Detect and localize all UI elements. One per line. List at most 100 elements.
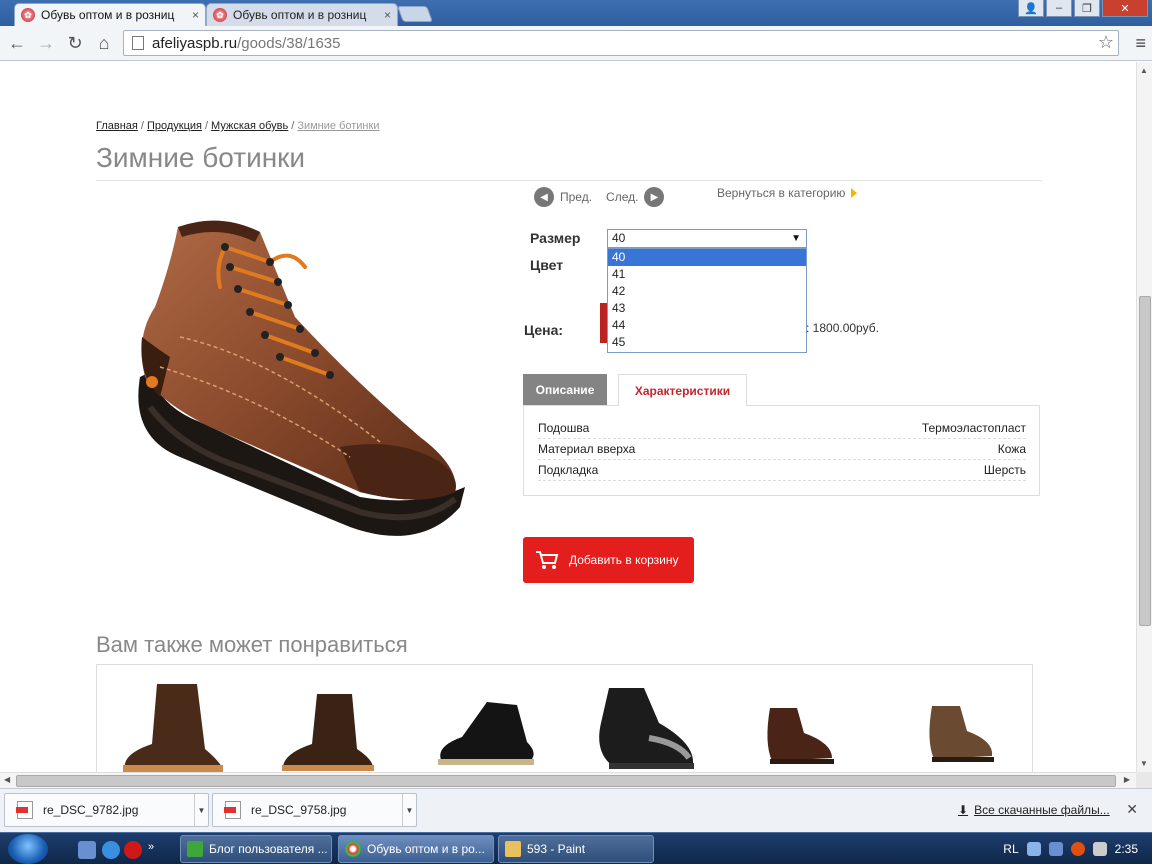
reload-icon[interactable]: ↻ <box>64 33 86 53</box>
close-window-button[interactable]: ✕ <box>1102 0 1148 17</box>
bookmark-star-icon[interactable]: ☆ <box>1098 32 1114 53</box>
download-item[interactable]: re_DSC_9758.jpg ▼ <box>212 793 417 827</box>
network-icon[interactable] <box>1026 842 1041 856</box>
minimize-button[interactable]: – <box>1046 0 1072 17</box>
browser-tab-strip: ✿ Обувь оптом и в розниц × ✿ Обувь оптом… <box>0 0 1152 26</box>
horizontal-scrollbar[interactable]: ◀ ▶ <box>0 772 1136 788</box>
forward-arrow-icon[interactable]: → <box>35 33 57 53</box>
taskbar-item-label: 593 - Paint <box>527 842 586 856</box>
size-option[interactable]: 41 <box>608 266 806 283</box>
close-tab-icon[interactable]: × <box>384 8 391 22</box>
scroll-left-icon[interactable]: ◀ <box>4 775 10 784</box>
browser-tab-inactive[interactable]: ✿ Обувь оптом и в розниц × <box>206 3 398 26</box>
taskbar-item[interactable]: Блог пользователя ... <box>180 835 332 863</box>
page-viewport: Главная / Продукция / Мужская обувь / Зимние б… <box>0 62 1136 772</box>
breadcrumb: Главная / Продукция / Мужская обувь / Зимние б… <box>96 120 380 132</box>
vertical-scrollbar[interactable]: ▲ ▼ <box>1136 62 1152 772</box>
related-products <box>96 664 1033 772</box>
breadcrumb-mens-shoes[interactable]: Мужская обувь <box>211 120 288 132</box>
back-to-category-link[interactable]: Вернуться в категорию <box>717 186 858 200</box>
site-favicon-icon: ✿ <box>21 8 35 22</box>
related-product-image[interactable] <box>432 697 537 772</box>
cart-icon <box>536 551 559 569</box>
spec-name: Материал вверха <box>538 442 636 456</box>
product-image[interactable] <box>120 207 480 567</box>
size-option[interactable]: 40 <box>608 249 806 266</box>
breadcrumb-current[interactable]: Зимние ботинки <box>297 120 379 132</box>
breadcrumb-home[interactable]: Главная <box>96 120 138 132</box>
spec-name: Подошва <box>538 421 590 435</box>
start-button[interactable] <box>8 834 48 864</box>
size-option[interactable]: 43 <box>608 300 806 317</box>
spec-row: Материал вверха Кожа <box>538 439 1026 460</box>
title-divider <box>96 180 1042 181</box>
ie-icon[interactable] <box>102 841 120 859</box>
restore-button[interactable]: ❐ <box>1074 0 1100 17</box>
chevron-down-icon[interactable]: ▼ <box>194 794 208 826</box>
scroll-up-icon[interactable]: ▲ <box>1140 66 1148 75</box>
system-tray: RL 2:35 <box>1003 833 1152 865</box>
explorer-icon[interactable] <box>78 841 96 859</box>
address-bar[interactable]: afeliyaspb.ru/goods/38/1635 ☆ <box>123 30 1119 56</box>
alert-icon[interactable] <box>1070 842 1085 856</box>
taskbar-item[interactable]: Обувь оптом и в ро... <box>338 835 494 863</box>
close-tab-icon[interactable]: × <box>192 8 199 22</box>
size-dropdown-list: 40 41 42 43 44 45 <box>607 248 807 353</box>
home-icon[interactable]: ⌂ <box>93 33 115 53</box>
size-option[interactable]: 44 <box>608 317 806 334</box>
menu-icon[interactable]: ≡ <box>1135 33 1146 54</box>
chevron-down-icon[interactable]: ▼ <box>402 794 416 826</box>
related-product-image[interactable] <box>922 701 997 766</box>
spec-value: Кожа <box>997 442 1026 456</box>
back-to-category-label: Вернуться в категорию <box>717 186 846 200</box>
new-tab-button[interactable] <box>397 6 433 22</box>
size-option[interactable]: 45 <box>608 334 806 351</box>
close-download-bar-icon[interactable]: ✕ <box>1126 801 1138 818</box>
scrollbar-corner <box>1136 772 1152 788</box>
tab-characteristics[interactable]: Характеристики <box>618 374 747 406</box>
language-indicator[interactable]: RL <box>1003 842 1018 856</box>
specs-panel: Подошва Термоэластопласт Материал вверха… <box>523 405 1040 496</box>
scroll-down-icon[interactable]: ▼ <box>1140 759 1148 768</box>
spec-row: Подкладка Шерсть <box>538 460 1026 481</box>
prev-link[interactable]: Пред. <box>560 190 592 204</box>
related-product-image[interactable] <box>762 703 837 768</box>
volume-icon[interactable] <box>1092 842 1107 856</box>
back-arrow-icon[interactable]: ← <box>6 33 28 53</box>
download-filename: re_DSC_9782.jpg <box>43 803 139 817</box>
browser-tab-active[interactable]: ✿ Обувь оптом и в розниц × <box>14 3 206 26</box>
all-downloads-label: Все скачанные файлы... <box>974 803 1110 817</box>
page-title: Зимние ботинки <box>96 142 306 173</box>
spec-value: Шерсть <box>983 463 1026 477</box>
all-downloads-link[interactable]: ⬇ Все скачанные файлы... <box>958 803 1110 817</box>
size-select[interactable]: 40 ▼ <box>607 229 807 248</box>
user-icon[interactable]: 👤 <box>1018 0 1044 17</box>
next-link[interactable]: След. <box>606 190 638 204</box>
scrollbar-thumb[interactable] <box>1139 296 1151 626</box>
breadcrumb-products[interactable]: Продукция <box>147 120 202 132</box>
download-bar: re_DSC_9782.jpg ▼ re_DSC_9758.jpg ▼ ⬇ Вс… <box>0 788 1152 832</box>
spec-value: Термоэластопласт <box>921 421 1026 435</box>
more-icon[interactable]: » <box>148 841 166 859</box>
scrollbar-thumb[interactable] <box>16 775 1116 787</box>
related-product-image[interactable] <box>117 679 227 772</box>
dropdown-arrow-icon: ▼ <box>791 233 801 244</box>
related-product-image[interactable] <box>277 689 377 772</box>
size-label: Размер <box>530 230 581 246</box>
scroll-right-icon[interactable]: ▶ <box>1124 775 1130 784</box>
opera-icon[interactable] <box>124 841 142 859</box>
size-option[interactable]: 42 <box>608 283 806 300</box>
price-label: Цена: <box>524 322 564 338</box>
download-item[interactable]: re_DSC_9782.jpg ▼ <box>4 793 209 827</box>
paint-icon <box>505 841 521 857</box>
taskbar-item[interactable]: 593 - Paint <box>498 835 654 863</box>
add-to-cart-button[interactable]: Добавить в корзину <box>523 537 694 583</box>
browser-toolbar: ← → ↻ ⌂ afeliyaspb.ru/goods/38/1635 ☆ ≡ <box>0 26 1152 61</box>
tab-description[interactable]: Описание <box>523 374 607 405</box>
next-arrow-icon[interactable]: ▶ <box>644 187 665 207</box>
monitor-icon[interactable] <box>1048 842 1063 856</box>
prev-arrow-icon[interactable]: ◀ <box>534 187 554 207</box>
spec-name: Подкладка <box>538 463 599 477</box>
taskbar-item-label: Блог пользователя ... <box>209 842 328 856</box>
related-product-image[interactable] <box>589 683 699 772</box>
